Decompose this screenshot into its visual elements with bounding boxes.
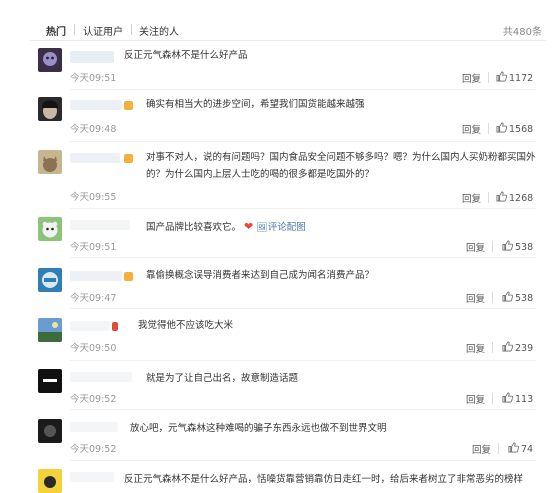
comment-text: 放心吧，元气森林这种难喝的骗子东西永远也做不到世界文明 bbox=[130, 423, 387, 434]
avatar[interactable] bbox=[38, 150, 62, 174]
row-divider bbox=[70, 257, 536, 258]
comment-text: 就是为了让自己出名，故意制造话题 bbox=[146, 373, 299, 384]
thumbs-up-icon bbox=[508, 442, 519, 453]
comment-filter-tabs: 热门 认证用户 关注的人 共480条 bbox=[0, 0, 554, 41]
comment-text: 我觉得他不应该吃大米 bbox=[138, 320, 234, 331]
action-divider bbox=[488, 123, 489, 134]
like-count: 1568 bbox=[509, 124, 534, 135]
username[interactable] bbox=[70, 100, 122, 110]
row-divider bbox=[70, 141, 536, 142]
like-count: 74 bbox=[521, 444, 534, 455]
avatar[interactable] bbox=[38, 469, 62, 493]
comment-time: 今天09:47 bbox=[70, 293, 117, 304]
like-button[interactable]: 538 bbox=[502, 291, 533, 304]
avatar[interactable] bbox=[38, 48, 62, 72]
comment-text: 靠偷换概念误导消费者来达到自己成为闻名消费产品？ bbox=[146, 270, 375, 281]
like-button[interactable]: 113 bbox=[502, 392, 533, 405]
action-divider bbox=[492, 292, 493, 303]
like-button[interactable]: 74 bbox=[508, 442, 533, 455]
like-count: 538 bbox=[515, 242, 534, 253]
comment-image-link[interactable]: 🖼评论配图 bbox=[256, 222, 305, 233]
thumbs-up-icon bbox=[502, 392, 513, 403]
comment-time: 今天09:55 bbox=[70, 192, 117, 203]
action-divider bbox=[492, 241, 493, 252]
image-icon: 🖼 bbox=[256, 223, 268, 233]
thumbs-up-icon bbox=[496, 71, 507, 82]
thumbs-up-icon bbox=[502, 291, 513, 302]
tabs-divider-line bbox=[30, 40, 546, 41]
thumbs-up-icon bbox=[502, 341, 513, 352]
username[interactable] bbox=[70, 220, 130, 230]
row-divider bbox=[70, 308, 536, 309]
reply-button[interactable]: 回复 bbox=[466, 392, 485, 406]
like-button[interactable]: 239 bbox=[502, 341, 533, 354]
vip-badge-icon bbox=[124, 101, 133, 110]
comment-time: 今天09:48 bbox=[70, 124, 117, 135]
like-button[interactable]: 1172 bbox=[496, 71, 533, 84]
username[interactable] bbox=[70, 51, 114, 63]
avatar[interactable] bbox=[38, 217, 62, 241]
reply-button[interactable]: 回复 bbox=[462, 191, 481, 205]
thumbs-up-icon bbox=[496, 122, 507, 133]
action-divider bbox=[492, 393, 493, 404]
tab-following[interactable]: 关注的人 bbox=[139, 23, 179, 38]
row-divider bbox=[70, 208, 536, 209]
reply-button[interactable]: 回复 bbox=[466, 240, 485, 254]
reply-button[interactable]: 回复 bbox=[462, 71, 481, 85]
like-count: 538 bbox=[515, 293, 534, 304]
like-button[interactable]: 1568 bbox=[496, 122, 533, 135]
action-divider bbox=[488, 72, 489, 83]
like-count: 239 bbox=[515, 343, 534, 354]
comment-time: 今天09:51 bbox=[70, 242, 117, 253]
row-divider bbox=[70, 89, 536, 90]
comment-text: 对事不对人，说的有问题吗？国内食品安全问题不够多吗？嗯？为什么国内人买奶粉都买国… bbox=[146, 152, 536, 180]
like-count: 1172 bbox=[509, 73, 534, 84]
comment-total-count: 共480条 bbox=[502, 27, 542, 38]
username[interactable] bbox=[70, 321, 110, 331]
reply-button[interactable]: 回复 bbox=[466, 291, 485, 305]
comment-time: 今天09:52 bbox=[70, 444, 117, 455]
comment-time: 今天09:51 bbox=[70, 73, 117, 84]
vip-badge-icon bbox=[124, 154, 133, 163]
avatar[interactable] bbox=[38, 369, 62, 393]
username[interactable] bbox=[70, 422, 118, 432]
avatar[interactable] bbox=[38, 97, 62, 121]
username[interactable] bbox=[70, 372, 132, 382]
like-button[interactable]: 1268 bbox=[496, 191, 533, 204]
action-divider bbox=[492, 342, 493, 353]
tab-divider bbox=[74, 24, 75, 35]
reply-button[interactable]: 回复 bbox=[466, 341, 485, 355]
thumbs-up-icon bbox=[496, 191, 507, 202]
username[interactable] bbox=[70, 271, 122, 281]
comment-text: 国产品牌比较喜欢它。 ❤ 🖼评论配图 bbox=[146, 220, 306, 233]
action-divider bbox=[488, 192, 489, 203]
like-button[interactable]: 538 bbox=[502, 240, 533, 253]
like-count: 1268 bbox=[509, 193, 534, 204]
tab-hot[interactable]: 热门 bbox=[46, 23, 66, 38]
comment-time: 今天09:50 bbox=[70, 343, 117, 354]
comment-time: 今天09:52 bbox=[70, 394, 117, 405]
heart-emoji: ❤ bbox=[244, 220, 254, 233]
reply-button[interactable]: 回复 bbox=[472, 442, 491, 456]
action-divider bbox=[498, 443, 499, 454]
row-divider bbox=[70, 460, 536, 461]
tab-verified-users[interactable]: 认证用户 bbox=[83, 23, 123, 38]
like-count: 113 bbox=[515, 394, 534, 405]
comment-text: 反正元气森林不是什么好产品 bbox=[124, 50, 248, 61]
username[interactable] bbox=[70, 153, 120, 163]
row-divider bbox=[70, 409, 536, 410]
thumbs-up-icon bbox=[502, 240, 513, 251]
avatar[interactable] bbox=[38, 419, 62, 443]
avatar[interactable] bbox=[38, 268, 62, 292]
vip-badge-icon bbox=[112, 322, 118, 331]
row-divider bbox=[70, 360, 536, 361]
tab-divider bbox=[131, 24, 132, 35]
comment-text: 确实有相当大的进步空间，希望我们国货能越来越强 bbox=[146, 99, 365, 110]
vip-badge-icon bbox=[124, 272, 133, 281]
comment-text: 反正元气森林不是什么好产品，恬噪货靠营销靠仿日走红一时，给后来者树立了非常恶劣的… bbox=[124, 474, 524, 485]
avatar[interactable] bbox=[38, 318, 62, 342]
username[interactable] bbox=[70, 472, 114, 482]
reply-button[interactable]: 回复 bbox=[462, 122, 481, 136]
